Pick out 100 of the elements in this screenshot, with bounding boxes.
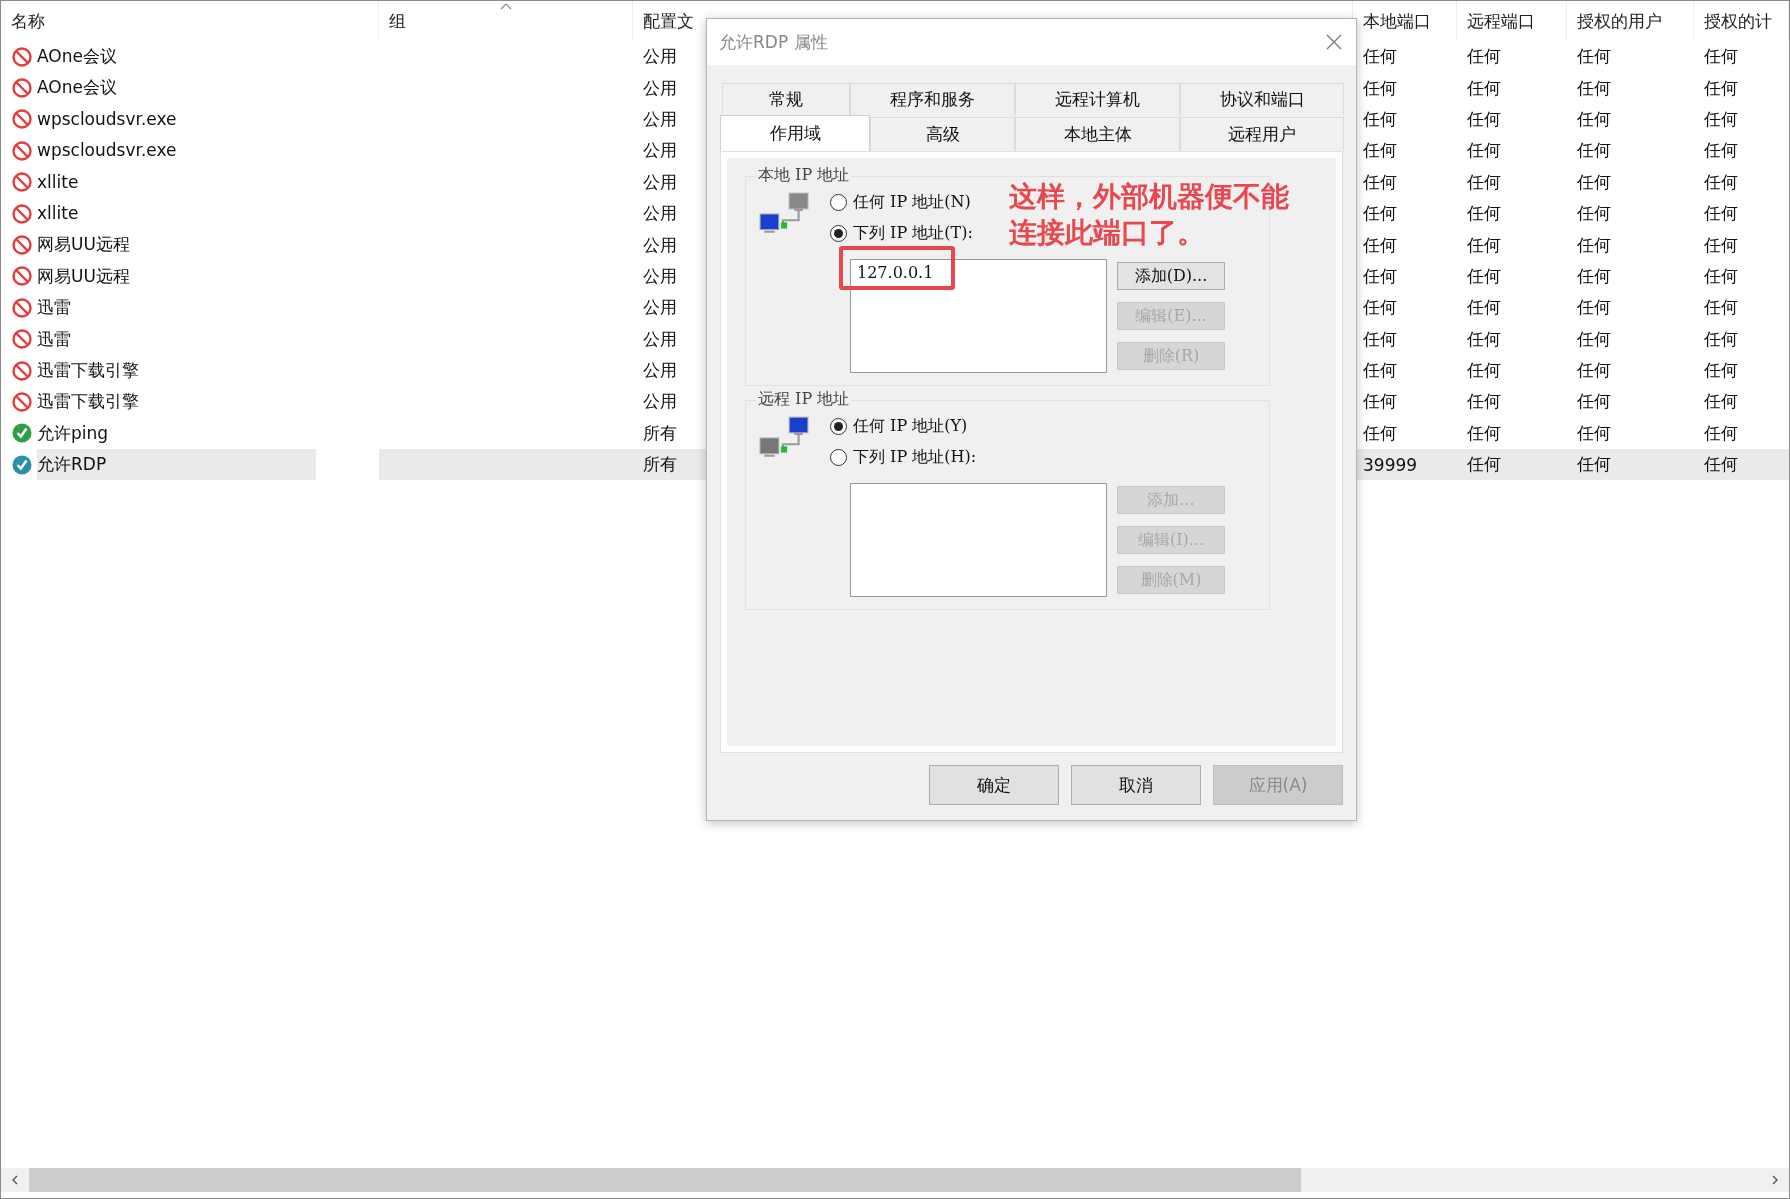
table-cell: 任何	[1577, 107, 1611, 131]
table-cell: 任何	[1467, 45, 1501, 69]
table-cell: 任何	[1704, 327, 1738, 351]
rule-name[interactable]: 允许RDP	[37, 449, 317, 481]
table-cell: 任何	[1363, 233, 1397, 257]
dialog-button[interactable]: 确定	[929, 765, 1059, 805]
table-cell: 公用	[643, 202, 677, 226]
table-cell: 公用	[643, 264, 677, 288]
table-cell: 任何	[1577, 264, 1611, 288]
table-cell: 任何	[1704, 107, 1738, 131]
annotation-text: 这样，外部机器便不能连接此端口了。	[1009, 179, 1290, 252]
table-cell: 任何	[1363, 264, 1397, 288]
rule-name[interactable]: AOne会议	[37, 41, 327, 73]
table-cell: 任何	[1704, 139, 1738, 163]
table-cell: 任何	[1577, 390, 1611, 414]
radio-label[interactable]: 下列 IP 地址(T):	[853, 223, 973, 244]
rule-name[interactable]: xllite	[37, 166, 289, 198]
table-cell: 任何	[1577, 327, 1611, 351]
table-cell: 任何	[1577, 233, 1611, 257]
table-cell: 任何	[1704, 202, 1738, 226]
column-header[interactable]: 远程端口	[1467, 9, 1535, 33]
table-cell: 任何	[1704, 45, 1738, 69]
rule-name[interactable]: 迅雷下载引擎	[37, 354, 349, 387]
table-cell: 任何	[1577, 421, 1611, 445]
table-cell: 任何	[1363, 296, 1397, 320]
table-cell: 任何	[1467, 327, 1501, 351]
rule-name[interactable]: AOne会议	[37, 72, 327, 104]
dialog-button[interactable]: 取消	[1071, 765, 1201, 805]
table-cell: 公用	[643, 296, 677, 320]
rule-name[interactable]: 允许ping	[37, 417, 319, 450]
column-header[interactable]: 组	[389, 9, 406, 33]
table-cell: 任何	[1577, 45, 1611, 69]
radio-button[interactable]	[830, 418, 847, 435]
rule-name[interactable]: 迅雷	[37, 292, 281, 324]
table-cell: 公用	[643, 107, 677, 131]
column-header[interactable]: 授权的计	[1704, 9, 1772, 33]
table-cell: 任何	[1467, 139, 1501, 163]
table-cell: 任何	[1577, 170, 1611, 194]
column-header[interactable]: 配置文	[643, 9, 694, 33]
table-cell: 任何	[1704, 359, 1738, 383]
tab[interactable]: 协议和端口	[1180, 83, 1344, 115]
rule-name[interactable]: 网易UU远程	[37, 260, 340, 293]
scroll-left-icon[interactable]	[10, 1175, 20, 1185]
table-cell: 任何	[1363, 170, 1397, 194]
table-cell: 所有	[643, 453, 677, 477]
tab[interactable]: 远程计算机	[1015, 83, 1180, 115]
close-icon[interactable]	[1326, 34, 1342, 50]
table-cell: 公用	[643, 327, 677, 351]
table-cell: 任何	[1467, 296, 1501, 320]
table-cell: 任何	[1363, 107, 1397, 131]
table-cell: 任何	[1363, 139, 1397, 163]
table-cell: 任何	[1467, 202, 1501, 226]
table-cell: 公用	[643, 359, 677, 383]
radio-button[interactable]	[830, 194, 847, 211]
tab[interactable]: 作用域	[720, 115, 870, 151]
table-cell: 任何	[1704, 233, 1738, 257]
table-cell: 任何	[1363, 390, 1397, 414]
radio-button[interactable]	[830, 449, 847, 466]
rule-name[interactable]: wpscloudsvr.exe	[37, 135, 387, 167]
column-header[interactable]: 授权的用户	[1577, 9, 1662, 33]
window-title: 允许RDP 属性	[719, 30, 828, 54]
radio-button[interactable]	[830, 225, 847, 242]
table-cell: 任何	[1467, 453, 1501, 477]
radio-label[interactable]: 任何 IP 地址(Y)	[853, 416, 968, 437]
table-cell: 公用	[643, 170, 677, 194]
tab[interactable]: 远程用户	[1180, 117, 1344, 151]
scrollbar-thumb[interactable]	[29, 1168, 1301, 1192]
radio-label[interactable]: 任何 IP 地址(N)	[853, 192, 971, 213]
table-cell: 任何	[1467, 390, 1501, 414]
column-header[interactable]: 名称	[11, 9, 45, 33]
column-header[interactable]: 本地端口	[1363, 9, 1431, 33]
table-cell: 任何	[1577, 202, 1611, 226]
table-cell: 所有	[643, 421, 677, 445]
table-cell: 任何	[1704, 296, 1738, 320]
horizontal-scrollbar[interactable]	[1, 1168, 1789, 1192]
table-cell: 任何	[1467, 264, 1501, 288]
scroll-right-icon[interactable]	[1770, 1175, 1780, 1185]
radio-label[interactable]: 下列 IP 地址(H):	[853, 447, 977, 468]
table-cell: 任何	[1363, 421, 1397, 445]
table-cell: 任何	[1577, 359, 1611, 383]
rule-name[interactable]: 迅雷下载引擎	[37, 386, 349, 418]
table-cell: 公用	[643, 390, 677, 414]
table-cell: 任何	[1577, 453, 1611, 477]
tab[interactable]: 本地主体	[1015, 117, 1180, 151]
rule-name[interactable]: xllite	[37, 197, 289, 230]
table-cell: 任何	[1704, 170, 1738, 194]
tab[interactable]: 程序和服务	[850, 83, 1015, 115]
tab[interactable]: 高级	[870, 117, 1015, 151]
list-action-button[interactable]: 添加(D)...	[1117, 262, 1225, 290]
ip-address-entry[interactable]: 127.0.0.1	[857, 263, 934, 282]
table-cell: 39999	[1363, 454, 1418, 475]
rule-name[interactable]: 网易UU远程	[37, 229, 340, 261]
table-cell: 公用	[643, 139, 677, 163]
ip-address-list[interactable]	[850, 483, 1107, 597]
table-cell: 公用	[643, 45, 677, 69]
tab[interactable]: 常规	[722, 83, 850, 115]
table-cell: 任何	[1467, 421, 1501, 445]
table-cell: 任何	[1363, 359, 1397, 383]
rule-name[interactable]: wpscloudsvr.exe	[37, 103, 387, 136]
rule-name[interactable]: 迅雷	[37, 323, 281, 355]
